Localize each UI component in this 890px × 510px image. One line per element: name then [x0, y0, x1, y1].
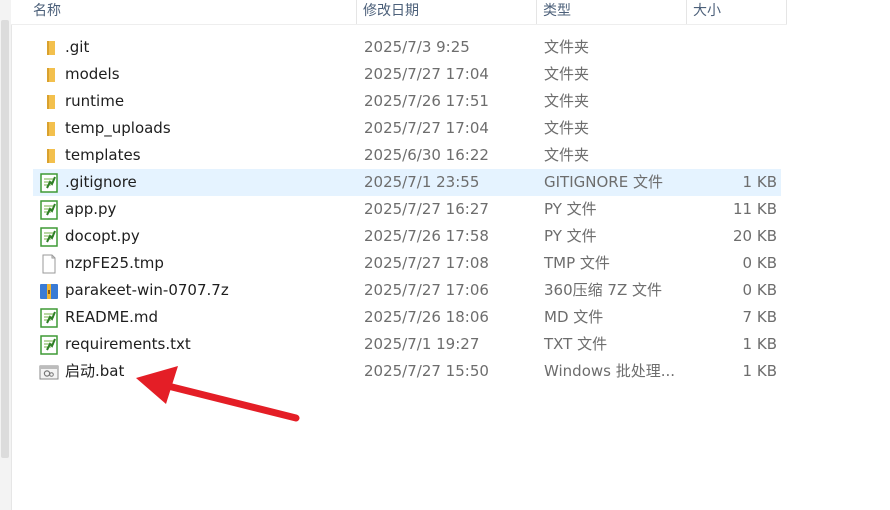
folder-icon	[39, 88, 59, 115]
file-type: TXT 文件	[544, 335, 608, 353]
file-modified-date: 2025/7/27 15:50	[364, 362, 489, 380]
file-row[interactable]: temp_uploads 2025/7/27 17:04 文件夹	[33, 115, 781, 142]
file-row[interactable]: app.py 2025/7/27 16:27 PY 文件 11 KB	[33, 196, 781, 223]
file-name: 启动.bat	[65, 362, 125, 380]
file-name: temp_uploads	[65, 119, 171, 137]
folder-icon	[39, 142, 59, 169]
file-modified-date: 2025/7/27 16:27	[364, 200, 489, 218]
annotation-arrow-shaft	[164, 382, 300, 422]
folder-icon	[39, 61, 59, 88]
text-document-icon	[39, 304, 59, 331]
file-name: nzpFE25.tmp	[65, 254, 164, 272]
file-row[interactable]: 启动.bat 2025/7/27 15:50 Windows 批处理... 1 KB	[33, 358, 781, 385]
file-row[interactable]: README.md 2025/7/26 18:06 MD 文件 7 KB	[33, 304, 781, 331]
text-document-icon	[39, 169, 59, 196]
file-row[interactable]: runtime 2025/7/26 17:51 文件夹	[33, 88, 781, 115]
file-modified-date: 2025/7/27 17:08	[364, 254, 489, 272]
file-modified-date: 2025/7/3 9:25	[364, 38, 470, 56]
file-modified-date: 2025/7/26 17:51	[364, 92, 489, 110]
file-type: 360压缩 7Z 文件	[544, 281, 662, 299]
file-type: 文件夹	[544, 92, 590, 110]
column-header-size[interactable]: 大小	[687, 0, 787, 24]
folder-icon	[39, 34, 59, 61]
file-modified-date: 2025/7/26 18:06	[364, 308, 489, 326]
file-name: templates	[65, 146, 141, 164]
file-type: 文件夹	[544, 119, 590, 137]
file-row[interactable]: requirements.txt 2025/7/1 19:27 TXT 文件 1 KB	[33, 331, 781, 358]
file-modified-date: 2025/7/27 17:04	[364, 65, 489, 83]
file-name: requirements.txt	[65, 335, 191, 353]
file-size: 7 KB	[742, 308, 777, 326]
file-size: 1 KB	[742, 173, 777, 191]
file-name: app.py	[65, 200, 117, 218]
file-type: 文件夹	[544, 146, 590, 164]
text-document-icon	[39, 196, 59, 223]
file-name: runtime	[65, 92, 125, 110]
batch-file-icon	[39, 358, 59, 385]
file-modified-date: 2025/7/27 17:04	[364, 119, 489, 137]
file-size: 0 KB	[742, 254, 777, 272]
file-row[interactable]: parakeet-win-0707.7z 2025/7/27 17:06 360压缩…	[33, 277, 781, 304]
blank-file-icon	[39, 250, 59, 277]
file-size: 11 KB	[733, 200, 777, 218]
file-name: parakeet-win-0707.7z	[65, 281, 229, 299]
folder-icon	[39, 115, 59, 142]
left-pane-edge	[0, 0, 12, 510]
file-type: MD 文件	[544, 308, 604, 326]
file-modified-date: 2025/7/27 17:06	[364, 281, 489, 299]
file-modified-date: 2025/7/1 23:55	[364, 173, 480, 191]
file-modified-date: 2025/7/1 19:27	[364, 335, 480, 353]
file-row[interactable]: .gitignore 2025/7/1 23:55 GITIGNORE 文件 1 KB	[33, 169, 781, 196]
file-row[interactable]: docopt.py 2025/7/26 17:58 PY 文件 20 KB	[33, 223, 781, 250]
text-document-icon	[39, 223, 59, 250]
column-header-name[interactable]: 名称	[27, 0, 357, 24]
file-modified-date: 2025/7/26 17:58	[364, 227, 489, 245]
archive-icon	[39, 277, 59, 304]
file-name: .git	[65, 38, 90, 56]
file-name: docopt.py	[65, 227, 140, 245]
column-header-date[interactable]: 修改日期	[357, 0, 537, 24]
file-type: TMP 文件	[544, 254, 610, 272]
file-name: README.md	[65, 308, 159, 326]
left-pane-scrollbar[interactable]	[1, 20, 9, 458]
file-row[interactable]: templates 2025/6/30 16:22 文件夹	[33, 142, 781, 169]
file-name: models	[65, 65, 120, 83]
file-name: .gitignore	[65, 173, 137, 191]
file-size: 1 KB	[742, 335, 777, 353]
file-row[interactable]: .git 2025/7/3 9:25 文件夹	[33, 34, 781, 61]
file-type: GITIGNORE 文件	[544, 173, 663, 191]
file-type: 文件夹	[544, 38, 590, 56]
text-document-icon	[39, 331, 59, 358]
file-type: Windows 批处理...	[544, 362, 676, 380]
file-type: PY 文件	[544, 227, 597, 245]
file-row[interactable]: nzpFE25.tmp 2025/7/27 17:08 TMP 文件 0 KB	[33, 250, 781, 277]
column-header-bar: 名称 修改日期 类型 大小	[11, 0, 787, 25]
file-modified-date: 2025/6/30 16:22	[364, 146, 489, 164]
file-row[interactable]: models 2025/7/27 17:04 文件夹	[33, 61, 781, 88]
file-size: 1 KB	[742, 362, 777, 380]
file-type: 文件夹	[544, 65, 590, 83]
file-size: 0 KB	[742, 281, 777, 299]
file-type: PY 文件	[544, 200, 597, 218]
column-header-type[interactable]: 类型	[537, 0, 687, 24]
file-size: 20 KB	[733, 227, 777, 245]
